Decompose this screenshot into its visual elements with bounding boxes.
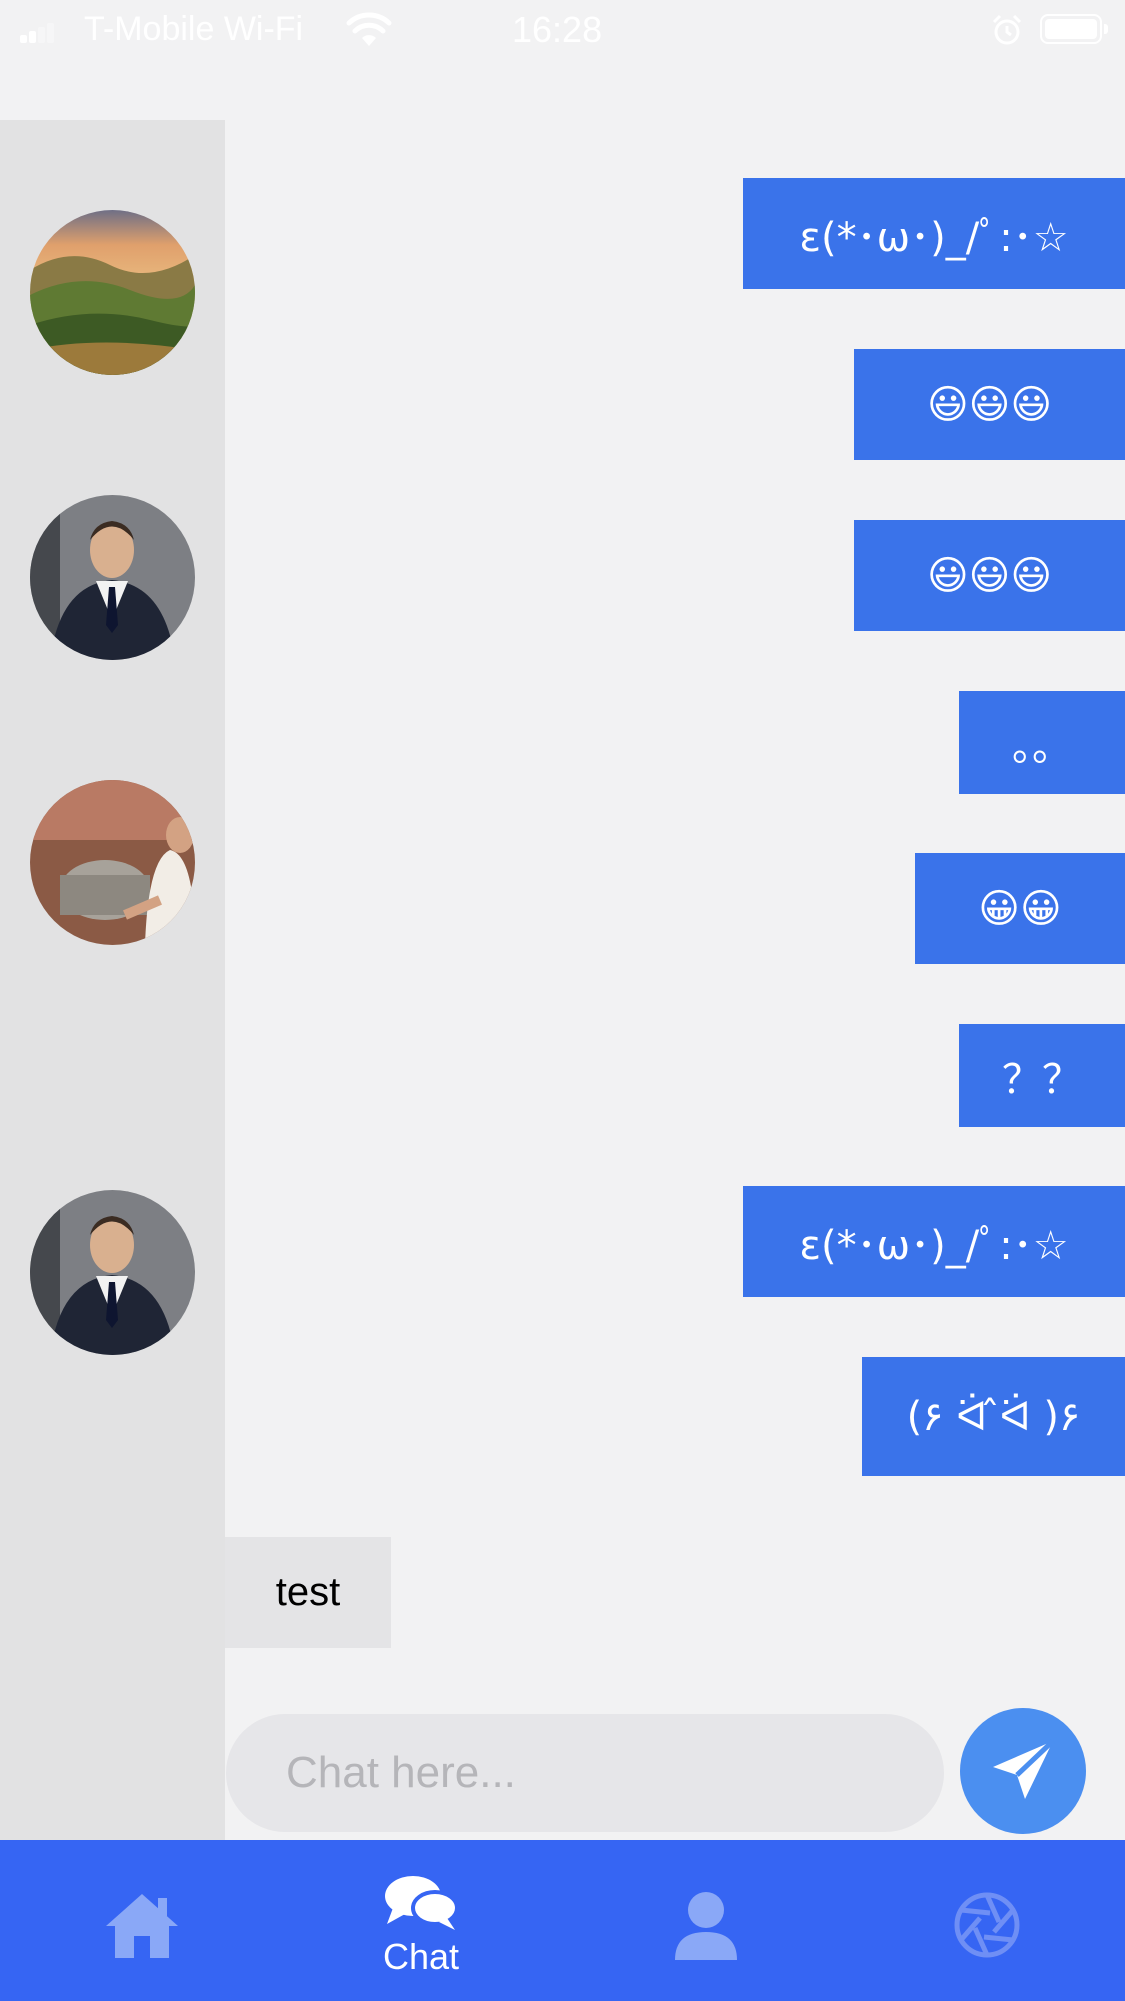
message-bubble-outgoing: ε(*･ω･)_/ﾟ:･☆ [743, 178, 1125, 289]
send-button[interactable] [960, 1708, 1086, 1834]
clock: 16:28 [512, 9, 603, 50]
home-icon [106, 1894, 178, 1958]
wifi-icon [346, 12, 392, 46]
signal-strength-icon [20, 23, 54, 43]
message-bubble-outgoing: 😀😀 [915, 853, 1125, 964]
tab-profile[interactable] [606, 1840, 806, 2001]
tab-home[interactable] [42, 1840, 242, 2001]
tab-bar: Chat [0, 1840, 1125, 2001]
message-bubble-outgoing: 😃😃😃 [854, 349, 1125, 460]
send-icon [993, 1739, 1055, 1799]
message-bubble-outgoing: ？？ [959, 1024, 1125, 1127]
chat-bubbles-icon [385, 1876, 459, 1930]
message-bubble-outgoing: (۶ ᐛ ̂ᐛ )۶ [862, 1357, 1125, 1476]
aperture-icon [954, 1892, 1020, 1958]
tab-chat[interactable]: Chat [321, 1840, 521, 2001]
message-bubble-outgoing: 😃😃😃 [854, 520, 1125, 631]
person-icon [675, 1892, 737, 1960]
tab-chat-label: Chat [382, 1936, 460, 1977]
message-bubble-outgoing: 。。 [959, 691, 1125, 794]
person-suit-photo-icon [30, 495, 195, 660]
battery-icon [1040, 14, 1108, 44]
avatar-businessman[interactable] [30, 495, 195, 660]
message-bubble-incoming: test [225, 1537, 391, 1648]
chef-kitchen-photo-icon [30, 780, 195, 945]
status-bar: T-Mobile Wi-Fi 16:28 [0, 0, 1125, 62]
avatar-chef[interactable] [30, 780, 195, 945]
alarm-icon [992, 14, 1022, 45]
contact-sidebar [0, 120, 225, 1840]
carrier-label: T-Mobile Wi-Fi [84, 10, 304, 48]
avatar-landscape[interactable] [30, 210, 195, 375]
chat-input[interactable] [226, 1714, 944, 1832]
message-bubble-outgoing: ε(*･ω･)_/ﾟ:･☆ [743, 1186, 1125, 1297]
avatar-businessman-2[interactable] [30, 1190, 195, 1355]
person-suit-photo-icon [30, 1190, 195, 1355]
tab-camera[interactable] [887, 1840, 1087, 2001]
landscape-photo-icon [30, 210, 195, 375]
